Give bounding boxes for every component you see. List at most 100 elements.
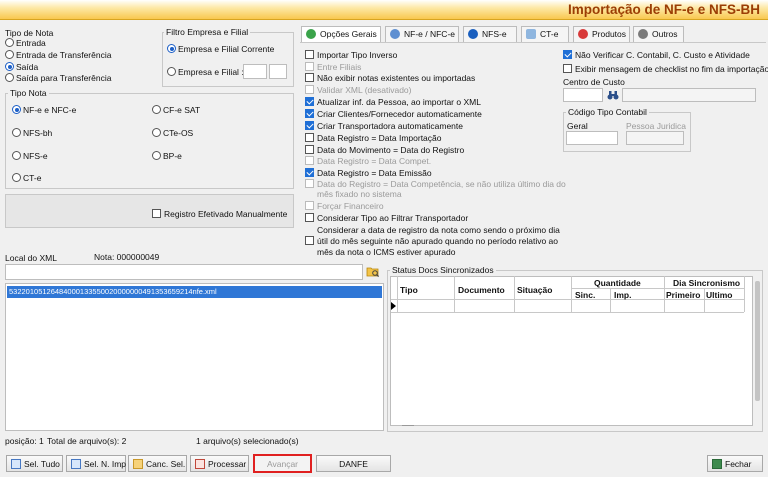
radio-icon (152, 105, 161, 114)
checkbox-criar-transportadora[interactable]: Criar Transportadora automaticamente (305, 121, 463, 131)
centro-custo-input[interactable] (563, 88, 603, 102)
grid-line (704, 288, 705, 312)
radio-entrada-transferencia[interactable]: Entrada de Transferência (5, 50, 111, 60)
radio-empresa-filial-corrente[interactable]: Empresa e Filial Corrente (167, 44, 274, 54)
checkbox-icon (305, 62, 314, 71)
radio-empresa-filial[interactable]: Empresa e Filial : (167, 67, 244, 77)
binoculars-icon[interactable] (607, 89, 619, 101)
checkbox-icon (305, 201, 314, 210)
list-item-selected[interactable]: 5322010512648400013355002000000049135365… (7, 286, 382, 298)
checkbox-icon (305, 213, 314, 222)
checkbox-data-competencia-ultimo-dia[interactable]: Data do Registro = Data Competência, se … (305, 179, 566, 189)
checkbox-registro-efetivado[interactable]: Registro Efetivado Manualmente (152, 209, 287, 219)
grid-line (514, 276, 515, 312)
checkbox-data-registro-importacao[interactable]: Data Registro = Data Importação (305, 133, 442, 143)
sel-tudo-button[interactable]: Sel. Tudo (6, 455, 63, 472)
canc-sel-button[interactable]: Canc. Sel. (128, 455, 187, 472)
window-title: Importação de NF-e e NFS-BH (567, 2, 760, 17)
tab-opcoes-gerais[interactable]: Opções Gerais (301, 26, 381, 43)
radio-ct-e[interactable]: CT-e (12, 173, 41, 183)
cancel-selection-icon (133, 459, 143, 469)
local-xml-input[interactable] (5, 264, 363, 280)
grid-line (571, 276, 572, 312)
radio-bp-e[interactable]: BP-e (152, 151, 182, 161)
checkbox-entre-filiais[interactable]: Entre Filiais (305, 62, 361, 72)
centro-custo-label: Centro de Custo (563, 77, 625, 87)
checkbox-validar-xml[interactable]: Validar XML (desativado) (305, 85, 412, 95)
tab-outros[interactable]: Outros (633, 26, 684, 42)
nfs-icon (468, 29, 478, 39)
radio-entrada[interactable]: Entrada (5, 38, 46, 48)
tab-nfe-nfce[interactable]: NF-e / NFC-e (385, 26, 459, 42)
col-sinc: Sinc. (575, 290, 596, 300)
checkbox-icon (305, 236, 314, 245)
grid-line (397, 276, 398, 312)
radio-icon (12, 173, 21, 182)
checkbox-criar-clientes[interactable]: Criar Clientes/Fornecedor automaticament… (305, 109, 482, 119)
radio-icon (5, 38, 14, 47)
avancar-button[interactable]: Avançar (253, 454, 312, 473)
grid-line (391, 312, 744, 313)
file-list[interactable]: 5322010512648400013355002000000049135365… (5, 283, 384, 431)
radio-nfe-nfce[interactable]: NF-e e NFC-e (12, 105, 76, 115)
vertical-scrollbar[interactable] (753, 277, 762, 425)
check-circle-icon (306, 29, 316, 39)
checkbox-nao-exibir-notas[interactable]: Não exibir notas existentes ou importada… (305, 73, 475, 83)
radio-icon (152, 128, 161, 137)
status-docs-label: Status Docs Sincronizados (390, 265, 496, 275)
tab-ct-e[interactable]: CT-e (521, 26, 569, 42)
checkbox-nao-verificar[interactable]: Não Verificar C. Contabil, C. Custo e At… (563, 50, 750, 60)
pessoa-juridica-input (626, 131, 684, 145)
radio-saida[interactable]: Saída (5, 62, 38, 72)
checkbox-exibir-mensagem[interactable]: Exibir mensagem de checklist no fim da i… (563, 64, 768, 74)
folder-search-icon[interactable] (366, 265, 380, 278)
radio-icon (5, 62, 14, 71)
sel-n-imp-button[interactable]: Sel. N. Imp (66, 455, 126, 472)
geral-input[interactable] (566, 131, 618, 145)
radio-cte-os[interactable]: CTe-OS (152, 128, 193, 138)
fechar-button[interactable]: Fechar (707, 455, 763, 472)
checkbox-data-compet[interactable]: Data Registro = Data Compet. (305, 156, 431, 166)
processar-button[interactable]: Processar (190, 455, 249, 472)
pessoa-juridica-label: Pessoa Juridica (626, 121, 687, 131)
col-primeiro: Primeiro (666, 290, 701, 300)
checkbox-data-emissao[interactable]: Data Registro = Data Emissão (305, 168, 432, 178)
filial-input[interactable] (269, 64, 287, 79)
checkbox-considerar-data[interactable]: útil do mês seguinte não apurado quando … (305, 236, 558, 246)
title-bar: Importação de NF-e e NFS-BH (0, 0, 768, 20)
checkbox-icon (305, 145, 314, 154)
tab-nfs-e[interactable]: NFS-e (463, 26, 517, 42)
select-all-icon (11, 459, 21, 469)
radio-nfs-bh[interactable]: NFS-bh (12, 128, 52, 138)
checkbox-icon (563, 50, 572, 59)
checkbox-atualizar-pessoa[interactable]: Atualizar inf. da Pessoa, ao importar o … (305, 97, 481, 107)
filtro-empresa-label: Filtro Empresa e Filial (164, 27, 251, 37)
nota-label: Nota: 000000049 (94, 252, 160, 262)
posicao-text: posição: 1 (5, 436, 44, 446)
selecionados-text: 1 arquivo(s) selecionado(s) (196, 436, 299, 446)
radio-icon (12, 128, 21, 137)
col-ultimo: Ultimo (706, 290, 733, 300)
grid-line (571, 288, 744, 289)
checkbox-forcar-financeiro[interactable]: Forçar Financeiro (305, 201, 384, 211)
gear-icon (638, 29, 648, 39)
row-indicator-icon (391, 302, 396, 310)
radio-cfe-sat[interactable]: CF-e SAT (152, 105, 200, 115)
checkbox-data-movimento[interactable]: Data do Movimento = Data do Registro (305, 145, 464, 155)
horizontal-scrollbar-thumb[interactable] (402, 425, 414, 426)
radio-icon (12, 105, 21, 114)
tab-produtos[interactable]: Produtos (573, 26, 630, 42)
radio-nfs-e[interactable]: NFS-e (12, 151, 48, 161)
empresa-input[interactable] (243, 64, 267, 79)
checkbox-icon (305, 168, 314, 177)
truck-icon (526, 29, 536, 39)
checkbox-importar-tipo-inverso[interactable]: Importar Tipo Inverso (305, 50, 397, 60)
select-not-imported-icon (71, 459, 81, 469)
col-situacao: Situação (517, 285, 553, 295)
radio-saida-transferencia[interactable]: Saída para Transferência (5, 73, 111, 83)
checkbox-icon (305, 179, 314, 188)
checkbox-icon (305, 133, 314, 142)
scrollbar-thumb[interactable] (755, 281, 760, 401)
checkbox-considerar-tipo[interactable]: Considerar Tipo ao Filtrar Transportador (305, 213, 468, 223)
danfe-button[interactable]: DANFE (316, 455, 391, 472)
